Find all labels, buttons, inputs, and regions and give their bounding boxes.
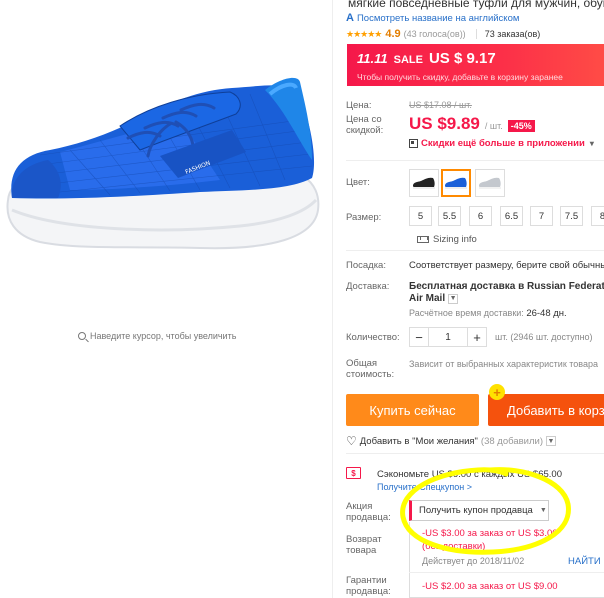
size-option[interactable]: 6.5 [500, 206, 523, 226]
zoom-hint-text: Наведите курсор, чтобы увеличить [90, 331, 237, 341]
color-label: Цвет: [346, 177, 370, 188]
delivery-estimate-label: Расчётное время доставки: [409, 308, 524, 318]
coupon-valid-until: Действует до 2018/11/02 [422, 556, 525, 566]
sale-price: US $ 9.17 [428, 50, 496, 67]
translate-link-text: Посмотреть название на английском [356, 12, 520, 24]
size-option[interactable]: 5 [409, 206, 432, 226]
discount-price-row: US $9.89 / шт. -45% [409, 114, 535, 134]
color-swatch-black[interactable] [409, 169, 439, 197]
quantity-minus-button[interactable]: − [409, 327, 429, 347]
buy-now-button[interactable]: Купить сейчас [346, 394, 479, 426]
chevron-down-icon[interactable]: ▼ [448, 293, 459, 304]
sale-word: SALE [393, 54, 423, 66]
wishlist-label: Добавить в "Мои желания" [359, 435, 478, 447]
product-gallery: FASHION Наведите курсор, чтобы увеличить [0, 0, 332, 598]
qr-code-icon [409, 139, 418, 148]
shoe-thumbnail-icon [445, 177, 467, 189]
quantity-plus-button[interactable]: + [467, 327, 487, 347]
delivery-estimate-value: 26-48 дн. [526, 308, 567, 319]
zoom-hint: Наведите курсор, чтобы увеличить [78, 331, 236, 341]
shipping-destination: Бесплатная доставка в Russian Federation [409, 281, 604, 292]
coupon-offer: -US $2.00 за заказ от US $9.00 [422, 581, 558, 592]
discount-badge: -45% [507, 120, 535, 132]
section-divider [346, 160, 604, 161]
add-to-cart-button[interactable]: Добавить в корзину [488, 394, 604, 426]
original-price: US $17.08 / шт. [409, 100, 472, 110]
app-discount-link[interactable]: Скидки ещё больше в приложении ▾ [409, 138, 594, 149]
product-image[interactable]: FASHION [0, 60, 332, 270]
rating-votes[interactable]: (43 голоса(ов)) [404, 29, 466, 39]
ruler-icon [417, 236, 429, 243]
orders-count: 73 заказа(ов) [484, 29, 541, 39]
total-label: Общая стоимость: [346, 358, 395, 380]
price-unit: / шт. [484, 121, 503, 131]
shipping-label: Доставка: [346, 281, 390, 292]
translate-icon: A [346, 12, 354, 24]
coupon-divider [409, 572, 604, 573]
translate-link[interactable]: A Посмотреть название на английском [346, 12, 519, 24]
discount-price-label: Цена со скидкой: [346, 114, 384, 136]
coupon-get-button[interactable]: НАЙТИ И [568, 556, 604, 567]
rating-divider [475, 29, 477, 39]
fit-label: Посадка: [346, 260, 386, 271]
price-label: Цена: [346, 100, 372, 111]
app-discount-text: Скидки ещё больше в приложении [421, 138, 585, 149]
product-title: мягкие повседневные туфли для мужчин, об… [348, 0, 604, 10]
quantity-input[interactable]: 1 [429, 327, 467, 347]
section-divider [346, 250, 604, 251]
size-option[interactable]: 5.5 [438, 206, 461, 226]
returns-label: Возврат товара [346, 534, 382, 556]
sizing-info-text: Sizing info [433, 234, 477, 245]
rating-row: ★★★★★ 4.9 (43 голоса(ов)) 73 заказа(ов) [346, 28, 540, 40]
shoe-thumbnail-icon [413, 177, 435, 189]
chevron-down-icon[interactable]: ▼ [546, 436, 556, 446]
column-divider [332, 0, 333, 598]
total-value: Зависит от выбранных характеристик товар… [409, 359, 598, 369]
color-swatch-blue[interactable] [441, 169, 471, 197]
size-option[interactable]: 6 [469, 206, 492, 226]
seller-promo-label: Акция продавца: [346, 501, 391, 523]
wishlist-count: (38 добавили) [480, 435, 543, 447]
plus-badge-icon: + [489, 384, 505, 400]
color-swatch-grey[interactable] [475, 169, 505, 197]
quantity-available: шт. (2946 шт. доступно) [495, 332, 593, 342]
sale-mark: 11.11 [357, 51, 388, 66]
shipping-method[interactable]: Air Mail ▼ [409, 293, 459, 304]
highlight-annotation [400, 467, 571, 555]
heart-icon: ♡ [346, 434, 357, 448]
sale-note: Чтобы получить скидку, добавьте в корзин… [357, 72, 563, 82]
quantity-stepper: − 1 + шт. (2946 шт. доступно) [409, 327, 593, 347]
size-option[interactable]: 7 [530, 206, 553, 226]
rating-score: 4.9 [385, 28, 401, 40]
sale-banner: 11.11 SALE US $ 9.17 Чтобы получить скид… [347, 44, 604, 86]
fit-value: Соответствует размеру, берите свой обычн… [409, 260, 604, 271]
chevron-down-icon: ▾ [589, 139, 594, 148]
shipping-method-text: Air Mail [409, 293, 446, 304]
wishlist-link[interactable]: ♡ Добавить в "Мои желания" (38 добавили)… [346, 434, 556, 448]
guarantee-label: Гарантии продавца: [346, 575, 391, 597]
shoe-thumbnail-icon [479, 177, 501, 189]
discount-price: US $9.89 [409, 114, 480, 133]
section-divider [346, 453, 604, 454]
size-label: Размер: [346, 212, 382, 223]
size-option[interactable]: 8 [591, 206, 604, 226]
size-option[interactable]: 7.5 [560, 206, 583, 226]
coupon-icon: $ [346, 467, 361, 479]
magnifier-icon [78, 332, 86, 340]
star-rating-icon[interactable]: ★★★★★ [346, 29, 382, 40]
quantity-label: Количество: [346, 332, 400, 343]
delivery-estimate: Расчётное время доставки: 26-48 дн. [409, 308, 567, 319]
sizing-info-link[interactable]: Sizing info [417, 234, 477, 245]
